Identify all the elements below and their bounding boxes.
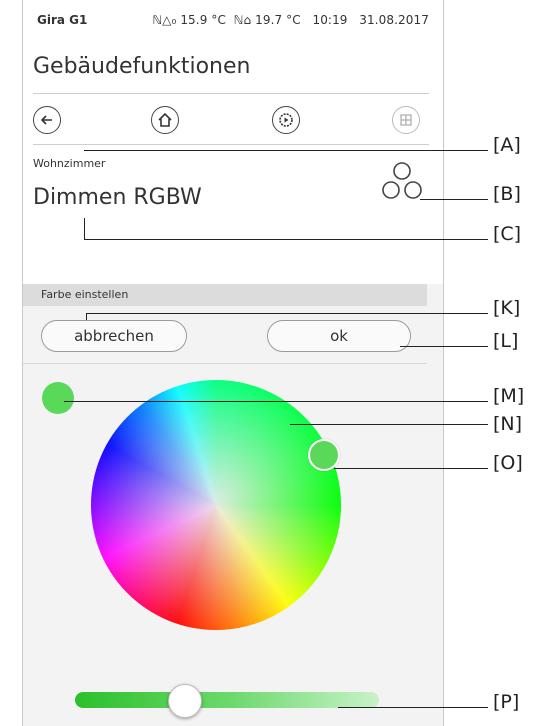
leader-line-c-vertical — [84, 218, 85, 239]
callout-c: [C] — [493, 223, 522, 245]
callout-a: [A] — [493, 134, 521, 156]
divider — [33, 93, 429, 94]
callout-p: [P] — [493, 691, 520, 713]
device-screen: Gira G1 ℕ△₀ 15.9 °C ℕ⌂ 19.7 °C 10:19 31.… — [22, 0, 444, 726]
callout-m: [M] — [493, 385, 525, 407]
divider — [33, 144, 429, 145]
leader-line-l — [400, 346, 488, 347]
grid-icon — [400, 114, 412, 126]
brightness-slider[interactable] — [75, 692, 379, 708]
color-dialog: Farbe einstellen abbrechen ok — [23, 284, 443, 726]
status-text: ℕ△₀ 15.9 °C ℕ⌂ 19.7 °C 10:19 31.08.2017 — [152, 13, 429, 27]
home-button[interactable] — [151, 106, 179, 134]
brand-label: Gira G1 — [37, 13, 88, 27]
home-icon — [158, 112, 172, 127]
page-title: Gebäudefunktionen — [33, 54, 251, 79]
status-readout: ℕ△₀ 15.9 °C ℕ⌂ 19.7 °C 10:19 31.08.2017 — [152, 13, 429, 27]
brightness-slider-thumb[interactable] — [168, 684, 203, 718]
selected-color-swatch — [42, 382, 74, 414]
dialog-header: Farbe einstellen — [23, 284, 427, 306]
room-label: Wohnzimmer — [33, 157, 106, 170]
leader-line-o — [334, 468, 488, 469]
gear-play-icon — [279, 113, 293, 127]
rgb-lights-icon — [382, 162, 422, 199]
leader-line-k — [86, 313, 488, 314]
color-wheel[interactable] — [91, 380, 341, 630]
color-picker-handle[interactable] — [308, 439, 340, 471]
leader-line-a — [84, 150, 488, 151]
leader-line-k-vertical — [86, 313, 87, 320]
callout-k: [K] — [493, 297, 521, 319]
leader-line-n — [290, 424, 488, 425]
grid-button[interactable] — [392, 106, 420, 134]
dialog-title: Farbe einstellen — [41, 288, 129, 301]
callout-n: [N] — [493, 413, 523, 435]
cancel-button[interactable]: abbrechen — [41, 320, 187, 352]
callout-l: [L] — [493, 330, 519, 352]
leader-line-c — [84, 239, 488, 240]
status-bar: Gira G1 ℕ△₀ 15.9 °C ℕ⌂ 19.7 °C 10:19 31.… — [23, 0, 443, 38]
ok-button[interactable]: ok — [267, 320, 411, 352]
arrow-left-icon — [40, 115, 52, 125]
callout-o: [O] — [493, 452, 523, 474]
leader-line-p — [338, 707, 488, 708]
back-button[interactable] — [33, 106, 61, 134]
color-wheel-saturation — [91, 380, 341, 630]
function-title: Dimmen RGBW — [33, 185, 202, 210]
leader-line-b — [420, 199, 488, 200]
settings-button[interactable] — [272, 106, 300, 134]
divider — [23, 363, 427, 364]
callout-b: [B] — [493, 183, 521, 205]
leader-line-m — [64, 401, 488, 402]
